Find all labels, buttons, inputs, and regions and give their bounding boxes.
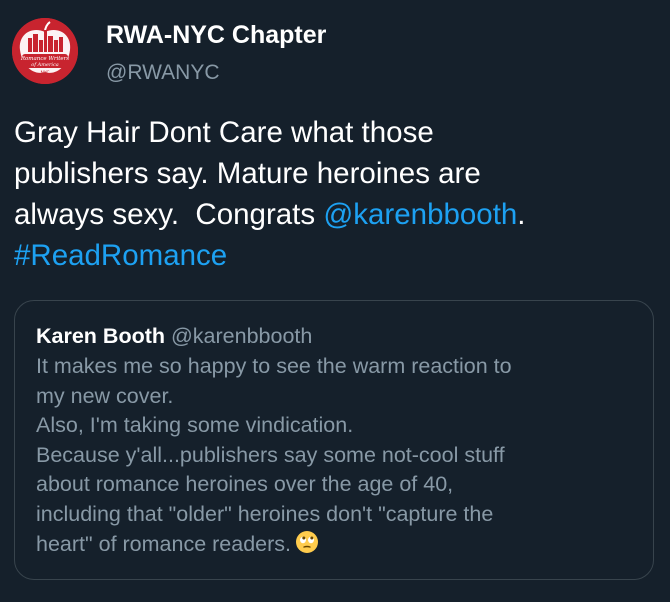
author-info: RWA-NYC Chapter @RWANYC — [106, 20, 326, 86]
quoted-tweet[interactable]: Karen Booth @karenbbooth It makes me so … — [14, 300, 654, 580]
quoted-text-line: Because y'all...publishers say some not-… — [36, 442, 505, 467]
quoted-text-fragment: heart" of romance readers. — [36, 531, 292, 556]
quoted-tweet-header: Karen Booth @karenbbooth — [36, 322, 312, 350]
quoted-tweet-text: It makes me so happy to see the warm rea… — [36, 352, 636, 562]
author-display-name[interactable]: RWA-NYC Chapter — [106, 20, 326, 50]
tweet-text-fragment: . — [517, 198, 526, 231]
tweet-text-fragment: always sexy. Congrats — [14, 198, 324, 231]
tweet-text-line: #ReadRomance — [14, 235, 654, 276]
quoted-text-line: including that "older" heroines don't "c… — [36, 501, 494, 526]
quoted-text-line: about romance heroines over the age of 4… — [36, 472, 454, 497]
author-avatar[interactable]: Romance Writers of America NYC — [12, 18, 78, 84]
face-with-rolling-eyes-emoji-icon — [295, 530, 319, 563]
author-handle[interactable]: @RWANYC — [106, 60, 326, 86]
tweet-text-line: always sexy. Congrats @karenbbooth. — [14, 194, 654, 235]
quoted-text-line: heart" of romance readers. — [36, 530, 636, 563]
mention-link[interactable]: @karenbbooth — [323, 198, 517, 231]
quoted-text-line: It makes me so happy to see the warm rea… — [36, 354, 512, 378]
tweet-text: Gray Hair Dont Care what those publisher… — [14, 112, 654, 276]
tweet-card: Romance Writers of America NYC RWA-NYC C… — [0, 0, 670, 602]
tweet-text-line: Gray Hair Dont Care what those — [14, 116, 434, 149]
quoted-text-line: Also, I'm taking some vindication. — [36, 413, 354, 438]
svg-text:of America: of America — [31, 62, 59, 68]
quoted-author-handle: @karenbbooth — [170, 324, 313, 348]
tweet-text-line: publishers say. Mature heroines are — [14, 157, 481, 190]
svg-text:NYC: NYC — [40, 70, 49, 76]
quoted-author-name: Karen Booth — [36, 324, 165, 348]
hashtag-link[interactable]: #ReadRomance — [14, 239, 227, 272]
quoted-text-line: my new cover. — [36, 383, 174, 408]
rwa-nyc-logo-icon: Romance Writers of America NYC — [12, 18, 78, 84]
